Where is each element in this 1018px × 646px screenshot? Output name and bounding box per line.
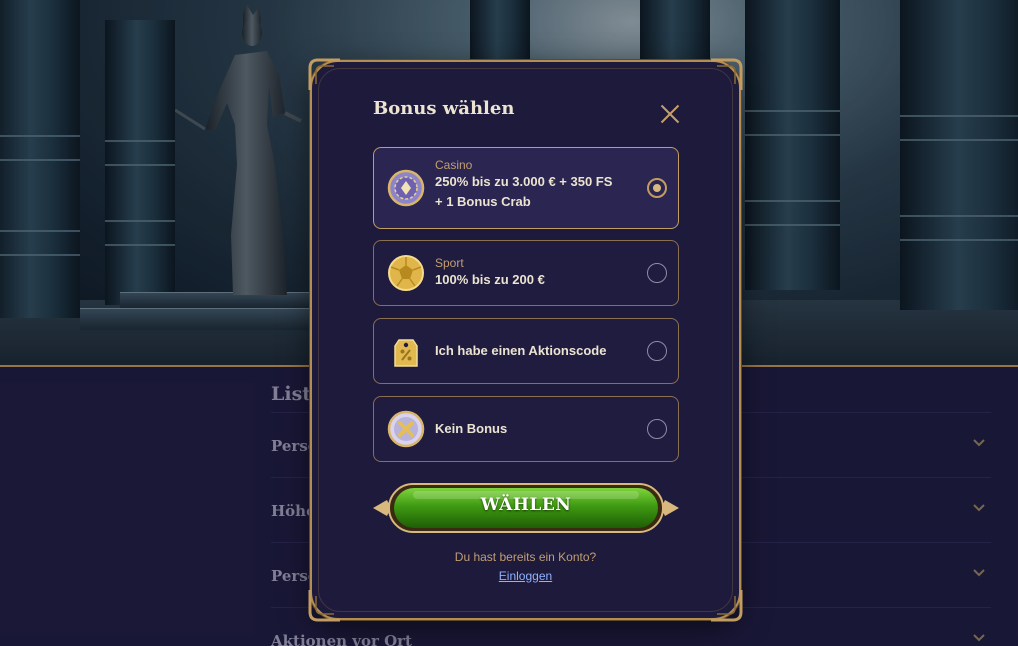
bonus-category: Casino <box>435 158 473 172</box>
bonus-option-none[interactable]: Kein Bonus <box>373 396 679 462</box>
ornament-corner-icon <box>711 58 743 90</box>
ornament-corner-icon <box>711 590 743 622</box>
bonus-category: Sport <box>435 256 464 270</box>
bonus-description: Ich habe einen Aktionscode <box>435 343 607 358</box>
ornament-corner-icon <box>308 590 340 622</box>
promo-tag-icon <box>394 339 418 367</box>
choose-button[interactable]: WÄHLEN <box>373 480 679 536</box>
account-question: Du hast bereits ein Konto? <box>454 550 597 564</box>
bonus-option-sport[interactable]: Sport 100% bis zu 200 € <box>373 240 679 306</box>
bonus-radio[interactable] <box>647 263 667 283</box>
choose-button-label: WÄHLEN <box>480 495 572 515</box>
bonus-description: Kein Bonus <box>435 421 508 436</box>
casino-chip-icon <box>387 169 425 207</box>
no-bonus-icon <box>387 410 425 448</box>
bonus-radio[interactable] <box>647 341 667 361</box>
bonus-description: 100% bis zu 200 € <box>435 272 545 287</box>
bonus-option-promo-code[interactable]: Ich habe einen Aktionscode <box>373 318 679 384</box>
bonus-radio[interactable] <box>647 419 667 439</box>
bonus-modal: Bonus wählen Casino 250% bis zu 3.000 € … <box>308 58 743 622</box>
bonus-description-extra: + 1 Bonus Crab <box>435 194 531 209</box>
ornament-corner-icon <box>308 58 340 90</box>
login-link[interactable]: Einloggen <box>312 569 739 583</box>
football-icon <box>388 255 424 291</box>
modal-title: Bonus wählen <box>373 98 515 119</box>
close-icon[interactable] <box>659 103 681 125</box>
bonus-description: 250% bis zu 3.000 € + 350 FS <box>435 174 613 189</box>
bonus-option-casino[interactable]: Casino 250% bis zu 3.000 € + 350 FS + 1 … <box>373 147 679 229</box>
bonus-radio-selected[interactable] <box>647 178 667 198</box>
